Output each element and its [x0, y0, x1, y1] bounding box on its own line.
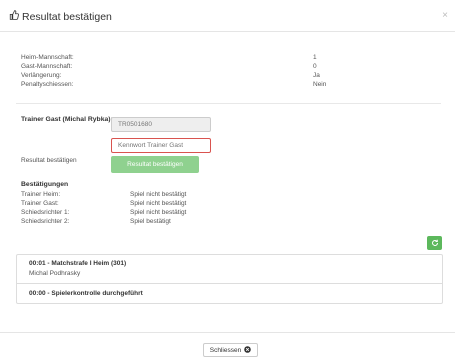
summary-label-verlaengerung: Verlängerung:	[21, 72, 62, 79]
summary-value-penalty: Nein	[313, 81, 327, 88]
confirmation-label-trainer-heim: Trainer Heim:	[21, 191, 61, 198]
confirmation-label-trainer-gast: Trainer Gast:	[21, 200, 59, 207]
event-list: 00:01 - Matchstrafe I Heim (301) Michal …	[16, 254, 443, 304]
close-icon[interactable]: ×	[442, 11, 448, 21]
thumbs-up-icon	[9, 10, 19, 23]
confirmation-status-trainer-gast: Spiel nicht bestätigt	[130, 200, 187, 207]
trainer-id-field[interactable]	[111, 117, 211, 132]
confirm-result-label: Resultat bestätigen	[21, 157, 77, 164]
confirmation-label-schiedsrichter-2: Schiedsrichter 2:	[21, 218, 70, 225]
refresh-icon	[431, 234, 439, 252]
summary-label-heim: Heim-Mannschaft:	[21, 54, 74, 61]
confirmation-status-schiedsrichter-1: Spiel nicht bestätigt	[130, 209, 187, 216]
footer-divider	[0, 332, 455, 333]
summary-value-heim: 1	[313, 54, 317, 61]
confirmation-status-trainer-heim: Spiel nicht bestätigt	[130, 191, 187, 198]
refresh-button[interactable]	[427, 236, 442, 250]
event-title: 00:01 - Matchstrafe I Heim (301)	[29, 260, 127, 267]
confirmations-title: Bestätigungen	[21, 181, 69, 188]
summary-label-gast: Gast-Mannschaft:	[21, 63, 73, 70]
modal-title-text: Resultat bestätigen	[22, 10, 112, 23]
event-subtitle: Michal Podhrasky	[29, 270, 81, 277]
summary-value-gast: 0	[313, 63, 317, 70]
summary-label-penalty: Penaltyschiessen:	[21, 81, 74, 88]
divider	[16, 103, 441, 104]
confirmation-label-schiedsrichter-1: Schiedsrichter 1:	[21, 209, 70, 216]
confirm-result-button[interactable]: Resultat bestätigen	[111, 156, 199, 173]
close-button[interactable]: Schliessen	[203, 343, 258, 357]
times-circle-icon	[244, 345, 251, 355]
event-title: 00:00 - Spielerkontrolle durchgeführt	[29, 290, 143, 297]
trainer-label: Trainer Gast (Michal Rybka):	[21, 116, 113, 123]
summary-value-verlaengerung: Ja	[313, 72, 320, 79]
confirmation-status-schiedsrichter-2: Spiel bestätigt	[130, 218, 171, 225]
modal-title: Resultat bestätigen	[9, 10, 112, 23]
close-button-label: Schliessen	[209, 346, 242, 354]
trainer-password-field[interactable]	[111, 138, 211, 153]
event-separator	[17, 283, 442, 284]
modal-header: Resultat bestätigen ×	[0, 0, 455, 32]
